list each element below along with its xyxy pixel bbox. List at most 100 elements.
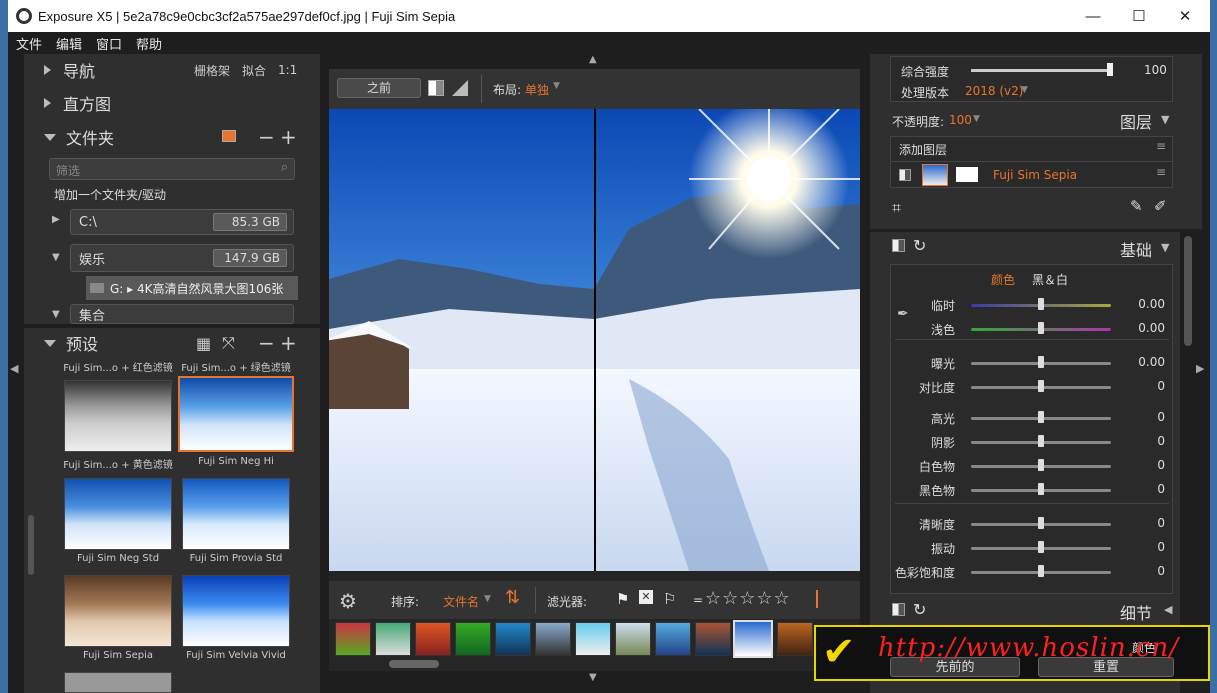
filmstrip-scrollbar[interactable] <box>389 660 439 668</box>
crop-icon[interactable]: ⌗ <box>892 198 901 218</box>
menu-edit[interactable]: 编辑 <box>56 34 82 53</box>
split-view-icon[interactable] <box>428 80 444 96</box>
overall-slider[interactable] <box>971 69 1113 72</box>
film-thumb[interactable] <box>695 622 731 656</box>
before-button[interactable]: 之前 <box>337 78 421 98</box>
navigator-header[interactable]: 导航 栅格架 拟合 1:1 <box>44 55 314 85</box>
film-thumb[interactable] <box>535 622 571 656</box>
bw-tab[interactable]: 黑＆白 <box>1032 271 1068 288</box>
chevron-down-icon[interactable]: ▼ <box>973 114 980 124</box>
preset-thumb-neg-std[interactable] <box>64 478 172 550</box>
layer-name[interactable]: Fuji Sim Sepia <box>993 168 1077 182</box>
toggle-icon[interactable] <box>892 603 905 616</box>
remove-icon[interactable]: − <box>258 331 275 355</box>
visibility-icon[interactable] <box>899 169 911 181</box>
slider-knob[interactable] <box>1038 356 1044 368</box>
preset-thumb-provia-std[interactable] <box>182 478 290 550</box>
add-folder-link[interactable]: 增加一个文件夹/驱动 <box>54 186 166 203</box>
color-tab[interactable]: 颜色 <box>991 271 1015 288</box>
layer-thumb[interactable] <box>922 164 948 186</box>
maximize-button[interactable]: ☐ <box>1116 0 1162 32</box>
collapse-right-panel-icon[interactable]: ▶ <box>1196 362 1204 375</box>
reset-icon[interactable]: ↻ <box>913 600 926 619</box>
gear-icon[interactable]: ⚙ <box>339 589 357 613</box>
paint-icon[interactable]: ✐ <box>1154 197 1167 215</box>
color-label-icon[interactable] <box>816 590 818 608</box>
histogram-header[interactable]: 直方图 <box>44 88 314 118</box>
slider-knob[interactable] <box>1038 541 1044 553</box>
opacity-dropdown[interactable]: 100 <box>949 113 972 127</box>
add-icon[interactable]: + <box>280 331 297 355</box>
film-thumb[interactable] <box>455 622 491 656</box>
slider-knob[interactable] <box>1038 483 1044 495</box>
sort-order-icon[interactable]: ⇅ <box>505 587 520 608</box>
toggle-icon[interactable] <box>892 239 905 252</box>
nav-grid-option[interactable]: 栅格架 <box>194 62 230 79</box>
collection-item[interactable]: 集合 <box>70 304 294 324</box>
film-thumb[interactable] <box>335 622 371 656</box>
chevron-down-icon[interactable]: ▼ <box>1161 113 1169 126</box>
slider-knob[interactable] <box>1038 380 1044 392</box>
film-thumb[interactable] <box>575 622 611 656</box>
collapse-all-icon[interactable]: ⤧ <box>222 333 235 353</box>
menu-help[interactable]: 帮助 <box>136 34 162 53</box>
subfolder-item[interactable]: G: ▸ 4K高清自然风景大图106张 <box>86 276 298 300</box>
version-dropdown[interactable]: 2018 (v2) <box>965 84 1023 98</box>
drive-entertainment[interactable]: 娱乐 147.9 GB <box>70 244 294 272</box>
brush-icon[interactable]: ✎ <box>1130 197 1143 215</box>
film-thumb-selected[interactable] <box>733 620 773 658</box>
rating-stars[interactable]: ☆☆☆☆☆ <box>705 588 791 609</box>
menu-icon[interactable]: ≡ <box>1156 165 1166 179</box>
preset-thumb[interactable] <box>64 672 172 693</box>
slider-knob[interactable] <box>1038 517 1044 529</box>
collapse-icon[interactable]: ▼ <box>52 309 60 320</box>
unflag-icon[interactable]: ⚐ <box>663 590 676 608</box>
presets-scrollbar[interactable] <box>28 515 34 575</box>
collapse-bottom-icon[interactable]: ▼ <box>589 672 597 683</box>
collapse-top-icon[interactable]: ▲ <box>589 54 597 65</box>
add-icon[interactable]: + <box>280 125 297 149</box>
film-thumb[interactable] <box>777 622 813 656</box>
menu-file[interactable]: 文件 <box>16 34 42 53</box>
slider-knob[interactable] <box>1038 435 1044 447</box>
reset-icon[interactable]: ↻ <box>913 236 926 255</box>
slider-knob[interactable] <box>1038 322 1044 334</box>
slider-knob[interactable] <box>1038 411 1044 423</box>
film-thumb[interactable] <box>655 622 691 656</box>
collapse-left-panel-icon[interactable]: ◀ <box>10 362 18 375</box>
chevron-down-icon[interactable]: ▼ <box>1021 85 1028 95</box>
close-button[interactable]: ✕ <box>1162 0 1208 32</box>
nav-1to1-option[interactable]: 1:1 <box>278 63 297 77</box>
right-scrollbar[interactable] <box>1184 236 1192 346</box>
chevron-left-icon[interactable]: ◀ <box>1164 603 1172 616</box>
film-thumb[interactable] <box>415 622 451 656</box>
filter-input[interactable]: 筛选 ⌕ <box>49 158 295 180</box>
add-layer-button[interactable]: 添加图层 <box>899 141 947 158</box>
drive-c[interactable]: C:\ 85.3 GB <box>70 209 294 235</box>
slider-knob[interactable] <box>1038 459 1044 471</box>
preset-thumb-yellow-filter[interactable] <box>64 380 172 452</box>
chevron-down-icon[interactable]: ▼ <box>484 594 491 604</box>
slider-knob[interactable] <box>1038 298 1044 310</box>
layout-dropdown[interactable]: 单独 <box>525 81 549 98</box>
menu-window[interactable]: 窗口 <box>96 34 122 53</box>
layer-mask[interactable] <box>956 167 978 182</box>
preset-thumb-sepia[interactable] <box>64 575 172 647</box>
folders-header[interactable]: 文件夹 − + <box>44 122 314 152</box>
overall-slider-knob[interactable] <box>1107 63 1113 76</box>
collapse-icon[interactable]: ▼ <box>52 252 60 263</box>
menu-icon[interactable]: ≡ <box>1156 139 1166 153</box>
sort-dropdown[interactable]: 文件名 <box>443 593 479 610</box>
chevron-down-icon[interactable]: ▼ <box>1161 241 1169 254</box>
preset-thumb-velvia-vivid[interactable] <box>182 575 290 647</box>
nav-fit-option[interactable]: 拟合 <box>242 62 266 79</box>
film-thumb[interactable] <box>615 622 651 656</box>
film-thumb[interactable] <box>495 622 531 656</box>
chevron-down-icon[interactable]: ▼ <box>553 81 560 91</box>
compare-icon[interactable] <box>452 80 468 96</box>
minimize-button[interactable]: — <box>1070 0 1116 32</box>
slider-knob[interactable] <box>1038 565 1044 577</box>
expand-icon[interactable]: ▶ <box>52 214 60 225</box>
main-image[interactable] <box>329 109 860 571</box>
preset-thumb-neg-hi[interactable] <box>178 376 294 452</box>
